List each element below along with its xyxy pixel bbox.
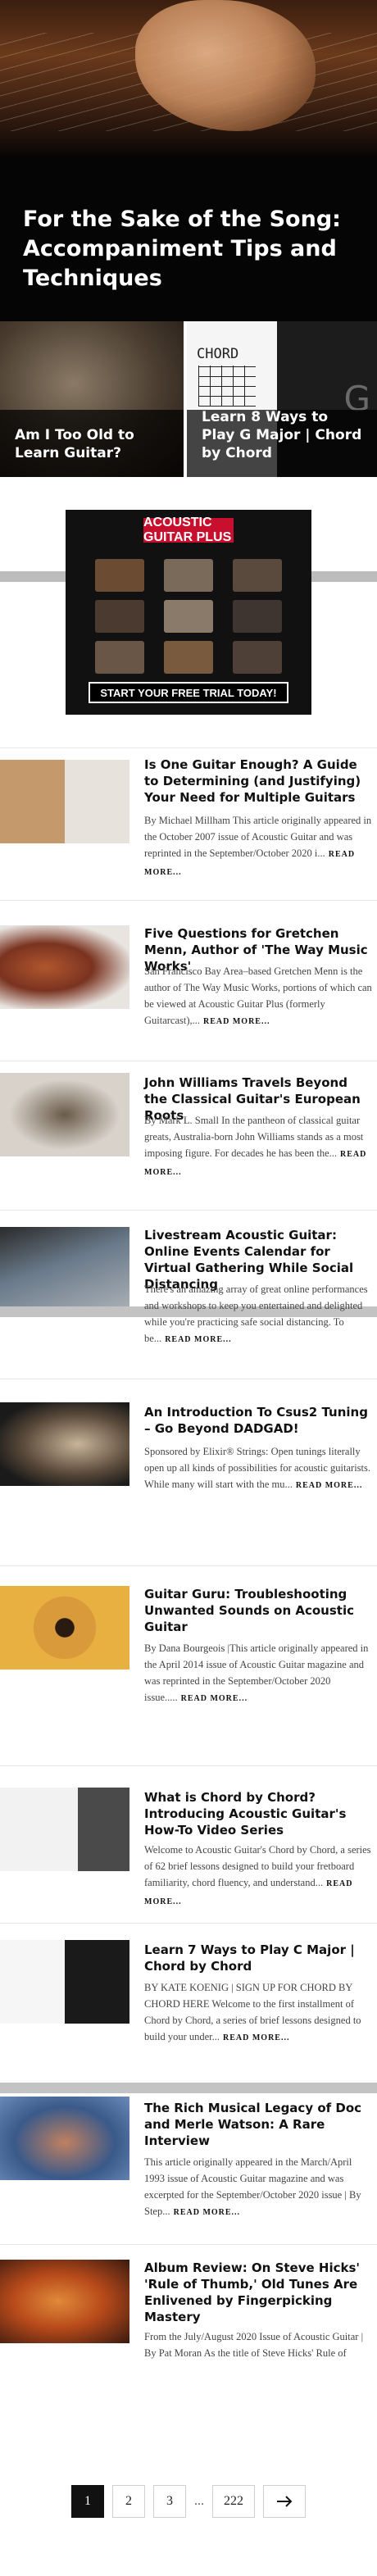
article-excerpt: By Michael Millham This article original… xyxy=(144,815,372,877)
article-item[interactable]: Is One Guitar Enough? A Guide to Determi… xyxy=(0,747,377,900)
chord-diagram xyxy=(198,366,256,407)
article-item[interactable]: An Introduction To Csus2 Tuning – Go Bey… xyxy=(0,1379,377,1565)
ad-video-tile xyxy=(95,600,144,633)
read-more-link[interactable]: READ MORE... xyxy=(296,1481,362,1490)
article-thumbnail[interactable] xyxy=(0,1073,129,1156)
feature-card-g-major[interactable]: CHORD G Learn 8 Ways to Play G Major | C… xyxy=(187,321,377,477)
feature-title[interactable]: Am I Too Old to Learn Guitar? xyxy=(15,426,179,462)
read-more-link[interactable]: READ MORE... xyxy=(181,1694,248,1703)
article-excerpt: There's an amazing array of great online… xyxy=(144,1283,368,1344)
article-thumbnail[interactable] xyxy=(0,1940,129,2024)
pagination: 1 2 3 ... 222 xyxy=(0,2481,377,2522)
ad-video-tile xyxy=(164,559,213,592)
article-title[interactable]: The Rich Musical Legacy of Doc and Merle… xyxy=(144,2100,374,2149)
article-excerpt: Sponsored by Elixir® Strings: Open tunin… xyxy=(144,1446,371,1490)
article-item[interactable]: What is Chord by Chord? Introducing Acou… xyxy=(0,1765,377,1923)
feature-row: Am I Too Old to Learn Guitar? CHORD G Le… xyxy=(0,321,377,477)
article-item[interactable]: Learn 7 Ways to Play C Major | Chord by … xyxy=(0,1923,377,2093)
page-3-button[interactable]: 3 xyxy=(153,2485,186,2518)
feature-card-too-old[interactable]: Am I Too Old to Learn Guitar? xyxy=(0,321,184,477)
article-thumbnail[interactable] xyxy=(0,1227,129,1311)
ad-video-tile xyxy=(233,641,282,674)
article-title[interactable]: Album Review: On Steve Hicks' 'Rule of T… xyxy=(144,2260,374,2325)
article-excerpt: San Francisco Bay Area–based Gretchen Me… xyxy=(144,965,372,1026)
ad-video-tile xyxy=(164,600,213,633)
ad-video-tile xyxy=(233,559,282,592)
article-title[interactable]: Guitar Guru: Troubleshooting Unwanted So… xyxy=(144,1586,374,1635)
article-title[interactable]: Is One Guitar Enough? A Guide to Determi… xyxy=(144,756,374,806)
article-item[interactable]: Album Review: On Steve Hicks' 'Rule of T… xyxy=(0,2244,377,2367)
feature-title[interactable]: Learn 8 Ways to Play G Major | Chord by … xyxy=(202,408,366,462)
article-excerpt: Welcome to Acoustic Guitar's Chord by Ch… xyxy=(144,1844,371,1906)
article-thumbnail[interactable] xyxy=(0,925,129,1009)
ad-cta-button[interactable]: START YOUR FREE TRIAL TODAY! xyxy=(89,682,288,703)
article-thumbnail[interactable] xyxy=(0,1586,129,1670)
divider-band xyxy=(0,2083,377,2093)
article-item[interactable]: Five Questions for Gretchen Menn, Author… xyxy=(0,900,377,1061)
article-thumbnail[interactable] xyxy=(0,760,129,843)
hero-title[interactable]: For the Sake of the Song: Accompaniment … xyxy=(23,205,367,293)
article-title[interactable]: Learn 7 Ways to Play C Major | Chord by … xyxy=(144,1942,374,1974)
read-more-link[interactable]: READ MORE... xyxy=(223,2033,289,2042)
page-1-button[interactable]: 1 xyxy=(71,2485,104,2518)
ad-video-tile xyxy=(95,559,144,592)
ad-banner[interactable]: ACOUSTIC GUITAR PLUS START YOUR FREE TRI… xyxy=(66,510,311,715)
ad-logo: ACOUSTIC GUITAR PLUS xyxy=(143,516,234,544)
hero-feature[interactable]: For the Sake of the Song: Accompaniment … xyxy=(0,0,377,321)
article-item[interactable]: Guitar Guru: Troubleshooting Unwanted So… xyxy=(0,1565,377,1765)
next-page-button[interactable] xyxy=(263,2485,306,2518)
article-title[interactable]: An Introduction To Csus2 Tuning – Go Bey… xyxy=(144,1404,374,1437)
article-thumbnail[interactable] xyxy=(0,2260,129,2343)
ad-section: ACOUSTIC GUITAR PLUS START YOUR FREE TRI… xyxy=(0,477,377,747)
article-title[interactable]: What is Chord by Chord? Introducing Acou… xyxy=(144,1789,374,1838)
ad-video-tile xyxy=(233,600,282,633)
read-more-link[interactable]: READ MORE... xyxy=(203,1017,270,1026)
article-item[interactable]: John Williams Travels Beyond the Classic… xyxy=(0,1061,377,1210)
read-more-link[interactable]: READ MORE... xyxy=(165,1335,231,1344)
article-item[interactable]: The Rich Musical Legacy of Doc and Merle… xyxy=(0,2093,377,2244)
article-excerpt: This article originally appeared in the … xyxy=(144,2156,361,2217)
article-excerpt: By Dana Bourgeois |This article original… xyxy=(144,1642,369,1703)
read-more-link[interactable]: READ MORE... xyxy=(174,2208,240,2217)
page-last-button[interactable]: 222 xyxy=(212,2485,255,2518)
ad-video-tile xyxy=(164,641,213,674)
page-2-button[interactable]: 2 xyxy=(112,2485,145,2518)
chord-label: CHORD xyxy=(197,346,239,362)
pagination-ellipsis: ... xyxy=(194,2494,204,2508)
article-excerpt: From the July/August 2020 Issue of Acous… xyxy=(144,2331,364,2365)
ad-video-tile xyxy=(95,641,144,674)
arrow-right-icon xyxy=(277,2496,293,2507)
article-item[interactable]: Livestream Acoustic Guitar: Online Event… xyxy=(0,1210,377,1379)
article-excerpt: By Mark L. Small In the pantheon of clas… xyxy=(144,1115,367,1177)
article-thumbnail[interactable] xyxy=(0,1788,129,1871)
article-thumbnail[interactable] xyxy=(0,2097,129,2180)
article-excerpt: BY KATE KOENIG | SIGN UP FOR CHORD BY CH… xyxy=(144,1982,361,2042)
article-thumbnail[interactable] xyxy=(0,1402,129,1486)
